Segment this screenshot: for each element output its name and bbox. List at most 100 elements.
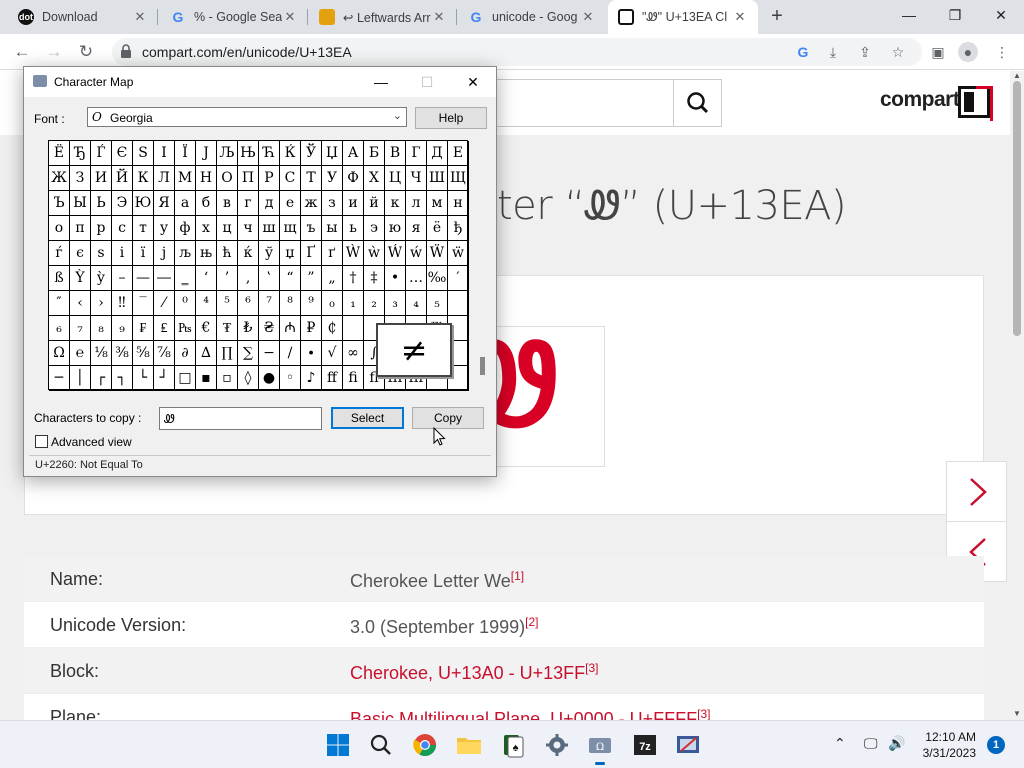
- char-cell[interactable]: ẅ: [448, 241, 469, 266]
- reload-icon[interactable]: ↻: [74, 40, 98, 64]
- char-cell[interactable]: Є: [112, 141, 133, 166]
- char-cell[interactable]: П: [238, 166, 259, 191]
- reference-link[interactable]: [3]: [585, 661, 598, 675]
- char-cell[interactable]: Ỳ: [70, 266, 91, 291]
- tab-google-search[interactable]: G % - Google Sea ✕: [160, 0, 308, 34]
- close-tab-icon[interactable]: ✕: [282, 9, 298, 25]
- search-icon[interactable]: [365, 729, 397, 761]
- close-window-button[interactable]: ✕: [978, 0, 1024, 30]
- chrome-icon[interactable]: [409, 729, 441, 761]
- char-cell[interactable]: Њ: [238, 141, 259, 166]
- char-cell[interactable]: В: [385, 141, 406, 166]
- row-value-link[interactable]: Cherokee, U+13A0 - U+13FF[3]: [350, 661, 598, 684]
- char-cell[interactable]: ь: [343, 216, 364, 241]
- char-cell[interactable]: ﬁ: [343, 366, 364, 391]
- char-cell[interactable]: ₼: [280, 316, 301, 341]
- char-cell[interactable]: ―: [154, 266, 175, 291]
- close-tab-icon[interactable]: ✕: [132, 9, 148, 25]
- char-cell[interactable]: з: [322, 191, 343, 216]
- tab-leftwards-arrow[interactable]: ↩ Leftwards Arr ✕: [309, 0, 457, 34]
- char-cell[interactable]: ß: [49, 266, 70, 291]
- char-cell[interactable]: ₵: [322, 316, 343, 341]
- char-cell[interactable]: ₮: [217, 316, 238, 341]
- bookmark-star-icon[interactable]: ☆: [888, 42, 908, 62]
- char-cell[interactable]: Д: [427, 141, 448, 166]
- char-cell[interactable]: ′: [448, 266, 469, 291]
- volume-icon[interactable]: 🔊: [888, 735, 905, 752]
- char-cell[interactable]: ₁: [343, 291, 364, 316]
- char-cell[interactable]: х: [196, 216, 217, 241]
- page-scrollbar[interactable]: ▲ ▼: [1010, 71, 1024, 720]
- char-cell[interactable]: ●: [259, 366, 280, 391]
- char-cell[interactable]: С: [280, 166, 301, 191]
- char-cell[interactable]: ‹: [70, 291, 91, 316]
- char-cell[interactable]: е: [280, 191, 301, 216]
- char-cell[interactable]: ў: [259, 241, 280, 266]
- char-cell[interactable]: Ẅ: [427, 241, 448, 266]
- char-cell[interactable]: ″: [49, 291, 70, 316]
- char-cell[interactable]: Ф: [343, 166, 364, 191]
- char-cell[interactable]: ₃: [385, 291, 406, 316]
- char-cell[interactable]: Џ: [322, 141, 343, 166]
- select-button[interactable]: Select: [331, 407, 404, 429]
- char-cell[interactable]: њ: [196, 241, 217, 266]
- char-cell[interactable]: Ю: [133, 191, 154, 216]
- char-cell[interactable]: ∙: [301, 341, 322, 366]
- char-cell[interactable]: √: [322, 341, 343, 366]
- char-cell[interactable]: Ж: [49, 166, 70, 191]
- char-cell[interactable]: Щ: [448, 166, 469, 191]
- char-cell[interactable]: ∂: [175, 341, 196, 366]
- char-cell[interactable]: ю: [385, 216, 406, 241]
- forward-arrow-icon[interactable]: →: [42, 40, 66, 64]
- notification-badge[interactable]: 1: [987, 736, 1005, 754]
- start-windows-icon[interactable]: [322, 729, 354, 761]
- char-cell[interactable]: ›: [91, 291, 112, 316]
- char-cell[interactable]: ќ: [238, 241, 259, 266]
- char-cell[interactable]: [343, 316, 364, 341]
- char-cell[interactable]: │: [70, 366, 91, 391]
- char-cell[interactable]: Ц: [385, 166, 406, 191]
- minimize-button[interactable]: —: [886, 0, 932, 30]
- char-cell[interactable]: ₈: [91, 316, 112, 341]
- char-cell[interactable]: Й: [112, 166, 133, 191]
- char-cell[interactable]: ’: [217, 266, 238, 291]
- char-cell[interactable]: р: [91, 216, 112, 241]
- char-cell[interactable]: И: [91, 166, 112, 191]
- char-cell[interactable]: ‾: [133, 291, 154, 316]
- char-cell[interactable]: ◊: [238, 366, 259, 391]
- char-cell[interactable]: а: [175, 191, 196, 216]
- tab-unicode-google[interactable]: G unicode - Goog ✕: [458, 0, 606, 34]
- char-cell[interactable]: ⅝: [133, 341, 154, 366]
- char-cell[interactable]: А: [343, 141, 364, 166]
- char-cell[interactable]: †: [343, 266, 364, 291]
- char-cell[interactable]: К: [133, 166, 154, 191]
- char-cell[interactable]: ‚: [238, 266, 259, 291]
- tab-download[interactable]: dot Download ✕: [8, 0, 158, 34]
- char-cell[interactable]: ₣: [133, 316, 154, 341]
- char-cell[interactable]: Ẁ: [343, 241, 364, 266]
- char-cell[interactable]: —: [133, 266, 154, 291]
- char-cell[interactable]: й: [364, 191, 385, 216]
- char-cell[interactable]: ⁵: [217, 291, 238, 316]
- char-cell[interactable]: ₺: [238, 316, 259, 341]
- reference-link[interactable]: [1]: [511, 569, 524, 583]
- char-cell[interactable]: ₴: [259, 316, 280, 341]
- char-cell[interactable]: і: [112, 241, 133, 266]
- char-cell[interactable]: Ќ: [280, 141, 301, 166]
- char-cell[interactable]: €: [196, 316, 217, 341]
- char-cell[interactable]: ▪: [196, 366, 217, 391]
- scroll-down-icon[interactable]: ▼: [1013, 709, 1021, 718]
- char-cell[interactable]: Ѓ: [91, 141, 112, 166]
- system-clock[interactable]: 12:10 AM 3/31/2023: [908, 729, 976, 761]
- char-cell[interactable]: Ё: [49, 141, 70, 166]
- char-cell[interactable]: ђ: [448, 216, 469, 241]
- char-cell[interactable]: ẃ: [406, 241, 427, 266]
- char-cell[interactable]: ё: [427, 216, 448, 241]
- char-cell[interactable]: є: [70, 241, 91, 266]
- scrollbar-thumb[interactable]: [1013, 81, 1021, 336]
- char-cell[interactable]: ┘: [154, 366, 175, 391]
- char-cell[interactable]: Ш: [427, 166, 448, 191]
- chevron-up-icon[interactable]: ⌃: [834, 735, 846, 752]
- site-search-input[interactable]: [490, 79, 674, 127]
- char-cell[interactable]: ∆: [196, 341, 217, 366]
